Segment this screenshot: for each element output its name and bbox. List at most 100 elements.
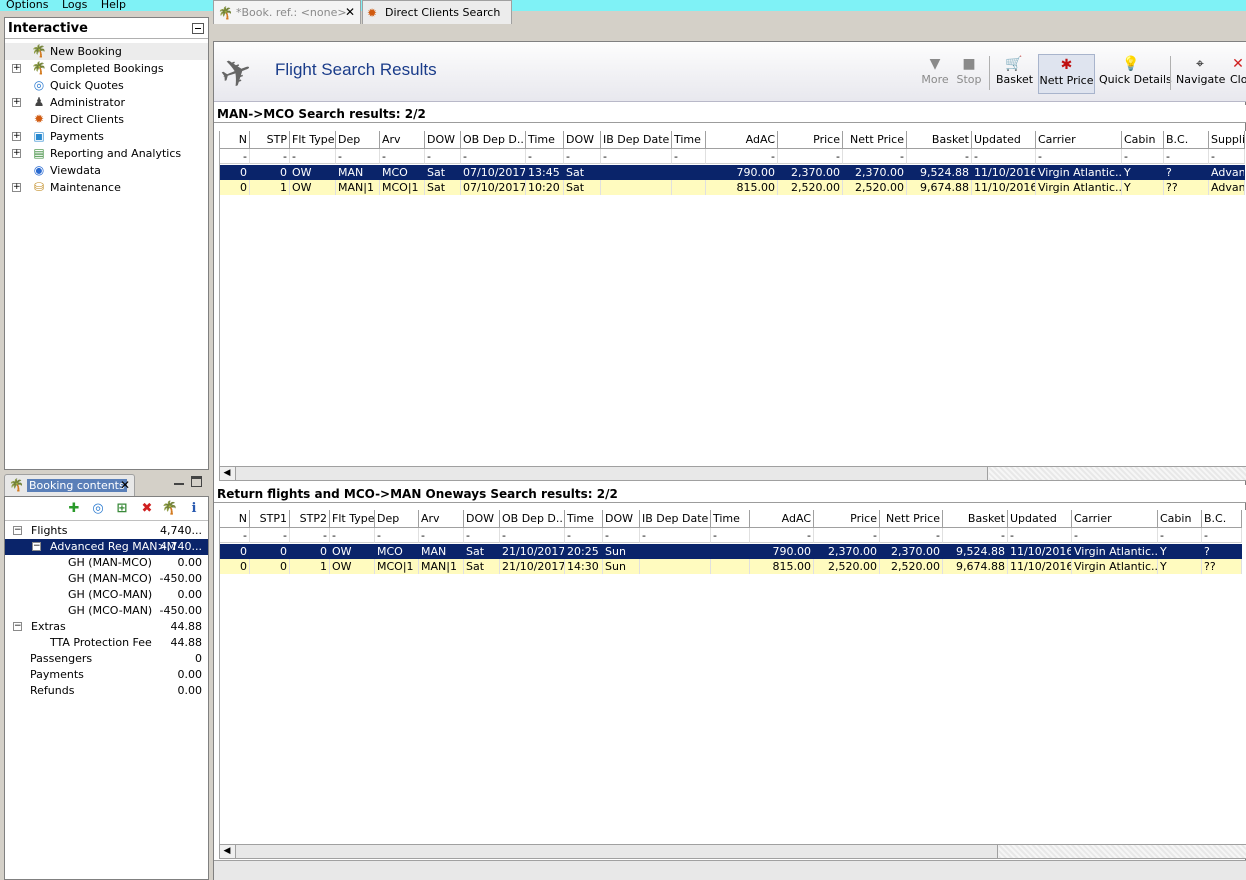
nav-item-administrator[interactable]: + ♟ Administrator xyxy=(5,94,208,111)
column-header[interactable]: AdAC xyxy=(706,131,778,149)
expand-icon[interactable]: + xyxy=(12,98,21,107)
minimize-icon[interactable] xyxy=(192,23,204,34)
booking-row[interactable]: GH (MAN-MCO) -450.00 xyxy=(5,571,208,587)
expand-icon[interactable]: + xyxy=(12,64,21,73)
column-header[interactable]: Nett Price xyxy=(880,510,943,528)
column-header[interactable]: Basket xyxy=(943,510,1008,528)
nav-item-payments[interactable]: + ▣ Payments xyxy=(5,128,208,145)
column-header[interactable]: DOW xyxy=(425,131,461,149)
booking-row[interactable]: Payments 0.00 xyxy=(5,667,208,683)
table-row[interactable]: 0 1 OW MAN|1 MCO|1 Sat 07/10/2017 10:20 Sat 815.0… xyxy=(220,180,1245,195)
booking-row[interactable]: GH (MCO-MAN) 0.00 xyxy=(5,587,208,603)
column-header[interactable]: Cabin xyxy=(1122,131,1164,149)
column-header[interactable]: STP1 xyxy=(250,510,290,528)
nav-item-reporting-and-analytics[interactable]: + ▤ Reporting and Analytics xyxy=(5,145,208,162)
basket-button[interactable]: 🛒 Basket xyxy=(996,54,1033,94)
nav-item-quick-quotes[interactable]: ◎ Quick Quotes xyxy=(5,77,208,94)
quick-details-button[interactable]: 💡 Quick Details xyxy=(1099,54,1172,94)
minimize-icon[interactable] xyxy=(174,477,184,485)
booking-row[interactable]: GH (MAN-MCO) 0.00 xyxy=(5,555,208,571)
globe-icon[interactable]: ◎ xyxy=(89,500,107,518)
table-row[interactable]: 0 0 0 OW MCO MAN Sat 21/10/2017 20:25 Sun 790.00 2,… xyxy=(220,544,1242,559)
tab-booking-ref[interactable]: 🌴 *Book. ref.: <none> ✕ xyxy=(213,0,361,24)
nett-price-button[interactable]: ✱ Nett Price xyxy=(1038,54,1095,94)
column-header[interactable]: Flt Type xyxy=(290,131,336,149)
column-header[interactable]: N xyxy=(220,131,250,149)
column-header[interactable]: Nett Price xyxy=(843,131,907,149)
collapse-icon[interactable]: − xyxy=(13,622,22,631)
maximize-icon[interactable] xyxy=(191,476,202,487)
column-header[interactable]: Cabin xyxy=(1158,510,1202,528)
palm-icon[interactable]: 🌴 xyxy=(161,500,179,518)
close-icon[interactable]: ✕ xyxy=(345,1,355,23)
scroll-thumb[interactable] xyxy=(235,845,998,858)
menu-help[interactable]: Help xyxy=(101,0,126,10)
column-header[interactable]: Updated xyxy=(972,131,1036,149)
collapse-icon[interactable]: − xyxy=(32,542,41,551)
scroll-left-icon[interactable]: ◀ xyxy=(220,845,234,858)
column-header-row[interactable]: N STP1 STP2 Flt Type Dep Arv DOW OB Dep D... Tim… xyxy=(220,510,1242,528)
add-icon[interactable]: ✚ xyxy=(65,500,83,518)
column-header[interactable]: Price xyxy=(778,131,843,149)
column-header[interactable]: Time xyxy=(711,510,750,528)
nav-item-direct-clients[interactable]: ✹ Direct Clients xyxy=(5,111,208,128)
column-header[interactable]: Arv xyxy=(419,510,464,528)
expand-icon[interactable]: + xyxy=(12,183,21,192)
outbound-hscrollbar[interactable]: ◀ xyxy=(219,466,1246,481)
column-header[interactable]: Dep xyxy=(336,131,380,149)
navigate-button[interactable]: ⌖ Navigate xyxy=(1176,54,1225,94)
column-header[interactable]: DOW xyxy=(603,510,640,528)
booking-row[interactable]: TTA Protection Fee 44.88 xyxy=(5,635,208,651)
column-header[interactable]: IB Dep Date xyxy=(640,510,711,528)
column-header[interactable]: OB Dep D... xyxy=(461,131,526,149)
menu-logs[interactable]: Logs xyxy=(62,0,87,10)
column-header[interactable]: OB Dep D... xyxy=(500,510,565,528)
scroll-track[interactable] xyxy=(989,467,1246,480)
booking-contents-tab[interactable]: 🌴 Booking contents ✕ xyxy=(4,474,135,496)
column-header[interactable]: Carrier xyxy=(1072,510,1158,528)
column-header[interactable]: DOW xyxy=(464,510,500,528)
scroll-track[interactable] xyxy=(999,845,1246,858)
column-header[interactable]: Time xyxy=(672,131,706,149)
column-header[interactable]: AdAC xyxy=(750,510,814,528)
info-icon[interactable]: i xyxy=(185,500,203,518)
booking-row[interactable]: − Flights 4,740... xyxy=(5,523,208,539)
close-icon[interactable]: ✕ xyxy=(120,478,130,492)
column-header[interactable]: Time xyxy=(526,131,564,149)
menu-options[interactable]: Options xyxy=(6,0,48,10)
basket-icon[interactable]: ⊞ xyxy=(113,500,131,518)
nav-item-completed-bookings[interactable]: + 🌴 Completed Bookings xyxy=(5,60,208,77)
table-row[interactable]: 0 0 OW MAN MCO Sat 07/10/2017 13:45 Sat 790.00 2,3… xyxy=(220,165,1245,180)
column-header[interactable]: Basket xyxy=(907,131,972,149)
nav-item-maintenance[interactable]: + ⛁ Maintenance xyxy=(5,179,208,196)
delete-icon[interactable]: ✖ xyxy=(138,500,156,518)
scroll-left-icon[interactable]: ◀ xyxy=(220,467,234,480)
column-header[interactable]: STP2 xyxy=(290,510,330,528)
nav-item-new-booking[interactable]: 🌴 New Booking xyxy=(5,43,208,60)
more-button[interactable]: ▼ More xyxy=(919,54,951,94)
column-header[interactable]: Flt Type xyxy=(330,510,375,528)
close-button[interactable]: ✕ Clo xyxy=(1230,54,1246,94)
tab-direct-clients-search[interactable]: ✹ Direct Clients Search xyxy=(362,0,512,24)
column-header[interactable]: Time xyxy=(565,510,603,528)
booking-row[interactable]: Refunds 0.00 xyxy=(5,683,208,699)
column-header[interactable]: Arv xyxy=(380,131,425,149)
scroll-thumb[interactable] xyxy=(235,467,988,480)
column-header[interactable]: B.C. xyxy=(1164,131,1209,149)
booking-row[interactable]: GH (MCO-MAN) -450.00 xyxy=(5,603,208,619)
stop-button[interactable]: ■ Stop xyxy=(955,54,983,94)
column-header[interactable]: DOW xyxy=(564,131,601,149)
column-header[interactable]: IB Dep Date xyxy=(601,131,672,149)
column-header[interactable]: Dep xyxy=(375,510,419,528)
expand-icon[interactable]: + xyxy=(12,149,21,158)
column-header[interactable]: Carrier xyxy=(1036,131,1122,149)
booking-row[interactable]: − Advanced Reg MAN>M 4,740... xyxy=(5,539,208,555)
return-hscrollbar[interactable]: ◀ xyxy=(219,844,1246,859)
column-header[interactable]: Price xyxy=(814,510,880,528)
collapse-icon[interactable]: − xyxy=(13,526,22,535)
filter-row[interactable]: -------------------- xyxy=(220,149,1245,164)
column-header[interactable]: Supplie xyxy=(1209,131,1245,149)
column-header[interactable]: Updated xyxy=(1008,510,1072,528)
column-header[interactable]: B.C. xyxy=(1202,510,1242,528)
table-row[interactable]: 0 0 1 OW MCO|1 MAN|1 Sat 21/10/2017 14:30 Sun 815.… xyxy=(220,559,1242,574)
